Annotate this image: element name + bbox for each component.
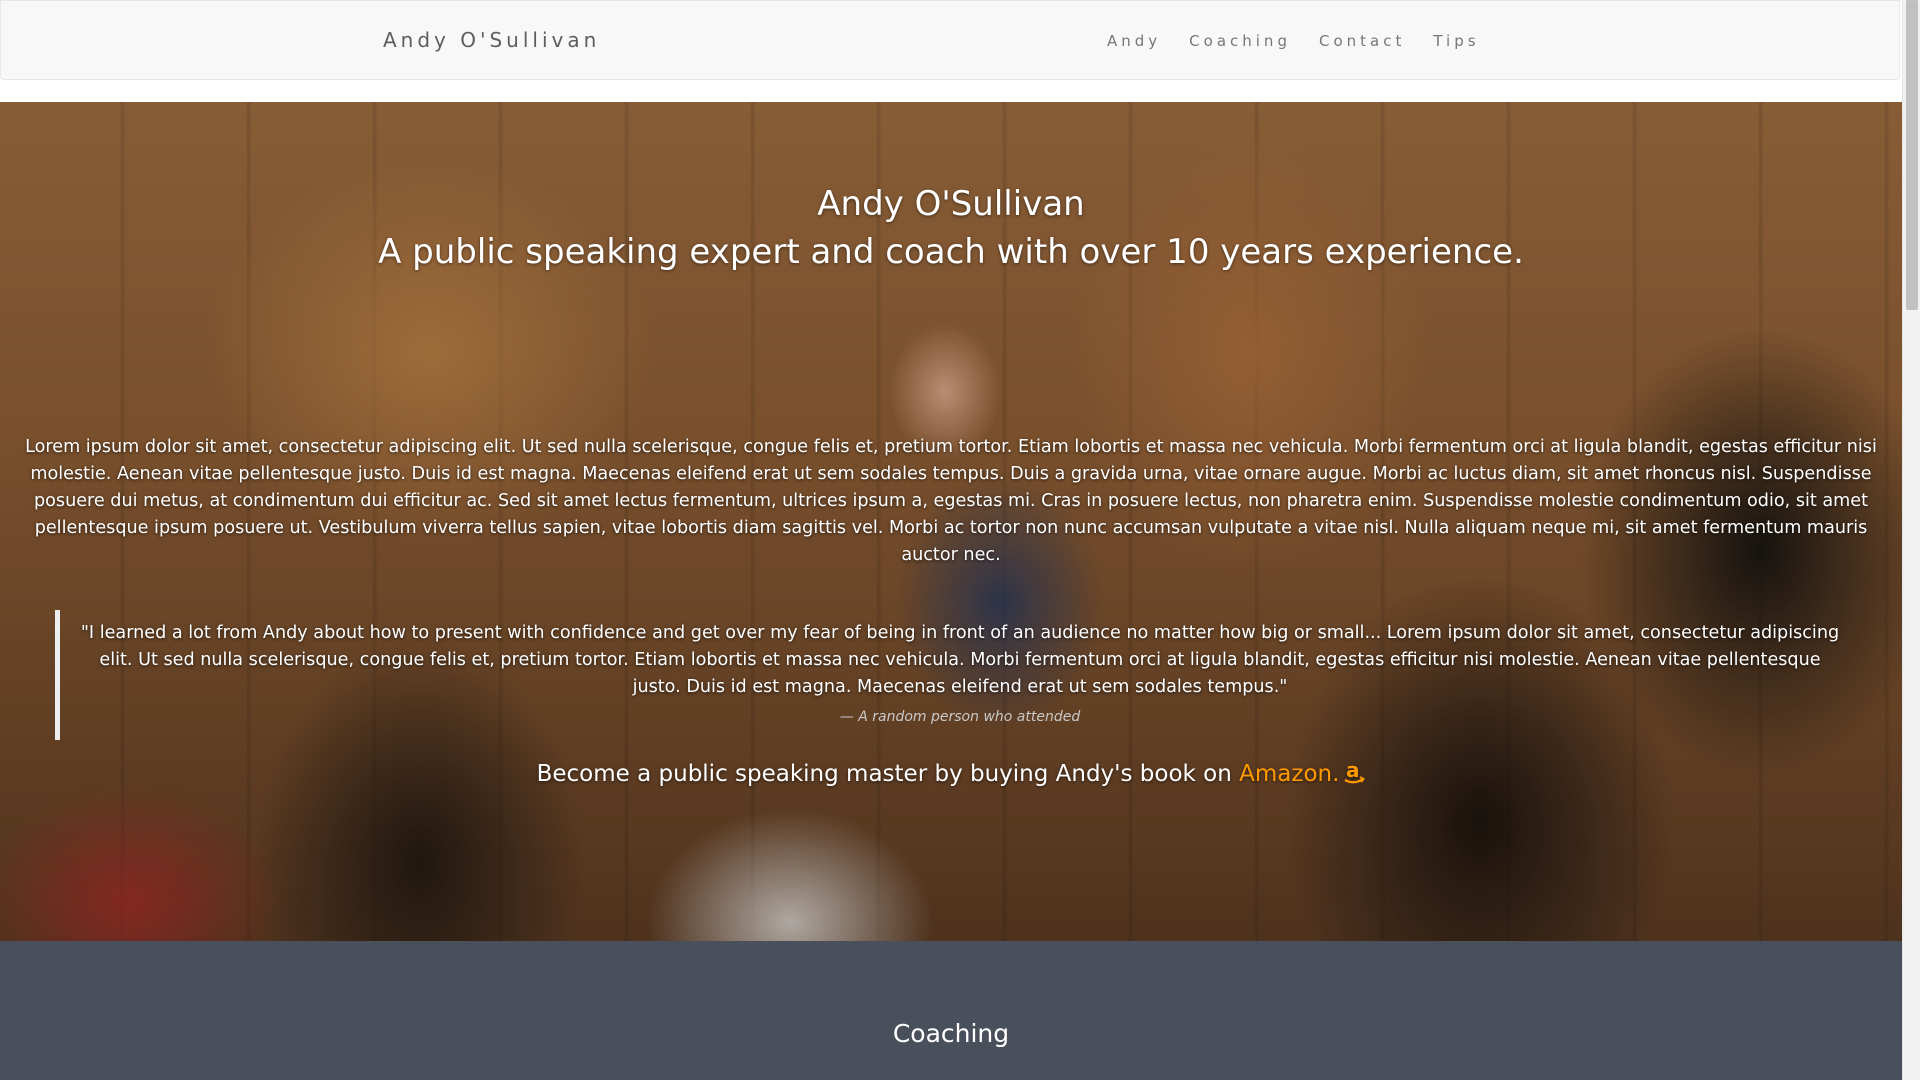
nav-link-tips[interactable]: Tips	[1433, 32, 1479, 50]
navbar: Andy O'Sullivan Andy Coaching Contact Ti…	[0, 0, 1900, 80]
amazon-link[interactable]: Amazon. a	[1239, 758, 1366, 787]
amazon-link-label: Amazon.	[1239, 761, 1340, 787]
amazon-icon: a	[1343, 758, 1366, 794]
book-call-to-action: Become a public speaking master by buyin…	[0, 758, 1902, 794]
cta-text: Become a public speaking master by buyin…	[536, 761, 1240, 787]
svg-text:a: a	[1346, 759, 1360, 782]
nav-links: Andy Coaching Contact Tips	[1107, 32, 1508, 50]
testimonial-quote: "I learned a lot from Andy about how to …	[55, 610, 1847, 740]
coaching-section: Coaching	[0, 941, 1902, 1080]
nav-link-andy[interactable]: Andy	[1107, 32, 1161, 50]
nav-link-contact[interactable]: Contact	[1319, 32, 1405, 50]
page-content: Andy O'Sullivan Andy Coaching Contact Ti…	[0, 0, 1902, 1080]
quote-text: "I learned a lot from Andy about how to …	[80, 623, 1840, 697]
hero-subtitle: A public speaking expert and coach with …	[378, 232, 1524, 272]
nav-link-coaching[interactable]: Coaching	[1189, 32, 1291, 50]
coaching-heading: Coaching	[892, 1019, 1010, 1048]
brand-link[interactable]: Andy O'Sullivan	[383, 28, 600, 52]
page: Andy O'Sullivan Andy Coaching Contact Ti…	[0, 0, 1920, 1080]
page-scrollbar[interactable]	[1902, 0, 1920, 1080]
hero-title: Andy O'Sullivan	[817, 184, 1085, 224]
intro-paragraph: Lorem ipsum dolor sit amet, consectetur …	[25, 437, 1877, 565]
hero-section: Andy O'Sullivan A public speaking expert…	[0, 102, 1902, 941]
scrollbar-thumb[interactable]	[1906, 0, 1918, 310]
quote-citation: — A random person who attended	[839, 709, 1081, 725]
